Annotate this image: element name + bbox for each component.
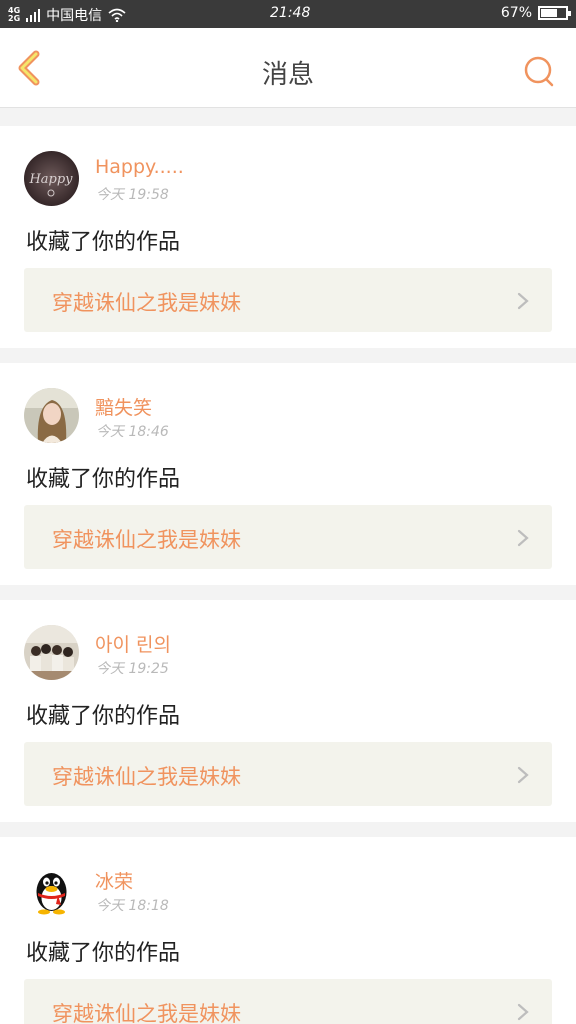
page-title: 消息 [261, 60, 314, 90]
message-card: 黯失笑 今天 18:46 收藏了你的作品 穿越诛仙之我是妹妹 [0, 363, 576, 585]
signal-icon [26, 8, 41, 22]
username[interactable]: 아이 린의 [95, 630, 171, 657]
work-link[interactable]: 穿越诛仙之我是妹妹 [24, 742, 552, 806]
work-title: 穿越诛仙之我是妹妹 [52, 291, 241, 315]
nav-header: 消息 [0, 28, 576, 108]
username[interactable]: 冰荣 [95, 867, 133, 894]
message-time: 今天 18:18 [96, 898, 169, 914]
work-title: 穿越诛仙之我是妹妹 [52, 765, 241, 789]
chevron-right-icon [517, 766, 529, 784]
message-card: Happy Happy..... 今天 19:58 收藏了你的作品 穿越诛仙之我… [0, 126, 576, 348]
chevron-right-icon [517, 529, 529, 547]
network-type: 4G 2G [8, 7, 20, 23]
battery-percent: 67% [500, 5, 532, 21]
message-action: 收藏了你的作品 [26, 467, 181, 492]
message-time: 今天 19:25 [96, 661, 169, 677]
avatar[interactable] [24, 625, 79, 680]
username[interactable]: 黯失笑 [95, 393, 152, 420]
chevron-right-icon [517, 292, 529, 310]
search-icon[interactable] [522, 54, 556, 88]
battery-fill [541, 9, 557, 17]
message-card: 아이 린의 今天 19:25 收藏了你的作品 穿越诛仙之我是妹妹 [0, 600, 576, 822]
work-title: 穿越诛仙之我是妹妹 [52, 528, 241, 552]
message-action: 收藏了你的作品 [26, 230, 181, 255]
status-right: 67% [500, 5, 571, 21]
work-link[interactable]: 穿越诛仙之我是妹妹 [24, 979, 552, 1024]
message-action: 收藏了你的作品 [26, 941, 181, 966]
username[interactable]: Happy..... [95, 156, 184, 178]
message-time: 今天 18:46 [96, 424, 169, 440]
avatar[interactable]: Happy [24, 151, 79, 206]
work-link[interactable]: 穿越诛仙之我是妹妹 [24, 268, 552, 332]
message-action: 收藏了你的作品 [26, 704, 181, 729]
penguin-avatar-icon[interactable] [24, 862, 79, 917]
message-time: 今天 19:58 [96, 187, 169, 203]
avatar[interactable] [24, 388, 79, 443]
work-title: 穿越诛仙之我是妹妹 [52, 1002, 241, 1024]
message-list: Happy Happy..... 今天 19:58 收藏了你的作品 穿越诛仙之我… [0, 126, 576, 1024]
wifi-icon [108, 8, 126, 22]
svg-text:Happy: Happy [28, 172, 73, 187]
chevron-right-icon [517, 1003, 529, 1021]
carrier-name: 中国电信 [46, 8, 103, 24]
work-link[interactable]: 穿越诛仙之我是妹妹 [24, 505, 552, 569]
battery-icon [538, 6, 571, 20]
status-left: 4G 2G 中国电信 [8, 5, 126, 25]
network-2g-label: 2G [8, 14, 21, 23]
status-bar: 4G 2G 中国电信 21:48 67% [0, 0, 576, 28]
status-time: 21:48 [270, 5, 311, 21]
message-card: 冰荣 今天 18:18 收藏了你的作品 穿越诛仙之我是妹妹 [0, 837, 576, 1024]
